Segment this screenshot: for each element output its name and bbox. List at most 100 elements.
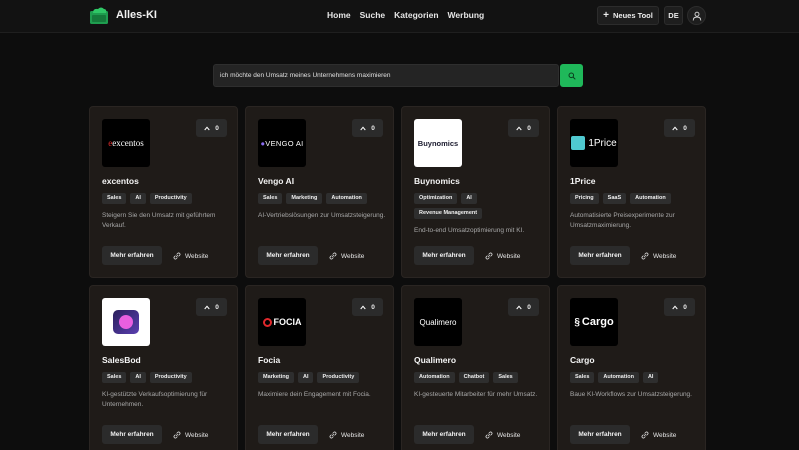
website-link[interactable]: Website [485,252,520,260]
chevron-up-icon [360,305,366,309]
tool-card-qualimero: Qualimero 0 Qualimero Automation Chatbot… [401,285,550,450]
vote-count: 0 [371,303,375,311]
website-link[interactable]: Website [329,431,364,439]
tag[interactable]: Chatbot [458,372,490,383]
tool-card-1price: 1Price 0 1Price Pricing SaaS Automation … [557,106,706,278]
tool-logo [102,298,150,346]
tag[interactable]: Sales [570,372,595,383]
tag[interactable]: AI [130,193,146,204]
1price-mark-icon [571,136,586,150]
upvote-button[interactable]: 0 [664,298,695,316]
chevron-up-icon [516,305,522,309]
cloud-box-icon[interactable] [89,6,109,25]
tag[interactable]: Automation [630,193,671,204]
tool-card-salesbod: 0 SalesBod Sales AI Productivity KI-gest… [89,285,238,450]
tag[interactable]: Sales [102,193,127,204]
tool-logo: Qualimero [414,298,462,346]
upvote-button[interactable]: 0 [352,119,383,137]
tag[interactable]: Sales [258,193,283,204]
user-button[interactable] [687,6,706,25]
tool-description: Automatisierte Preisexperimente zur Umsa… [570,212,675,229]
tag[interactable]: AI [642,372,659,383]
tool-description: Steigern Sie den Umsatz mit geführtem Ve… [102,212,216,229]
brand-name[interactable]: Alles-KI [116,9,157,21]
tag[interactable]: Productivity [149,372,192,383]
website-label: Website [497,252,521,260]
tag-list: Optimization AI Revenue Management [414,193,544,219]
tag[interactable]: AI [297,372,314,383]
website-link[interactable]: Website [173,252,208,260]
tag-list: Automation Chatbot Sales [414,372,544,383]
learn-more-button[interactable]: Mehr erfahren [414,425,474,444]
learn-more-button[interactable]: Mehr erfahren [570,425,630,444]
website-label: Website [341,252,365,260]
chevron-up-icon [672,126,678,130]
tag[interactable]: Pricing [570,193,599,204]
nav-werbung[interactable]: Werbung [448,10,485,20]
new-tool-button[interactable]: + Neues Tool [597,6,659,25]
user-icon [692,11,701,21]
tag[interactable]: Sales [102,372,127,383]
tool-logo: § Cargo [570,298,618,346]
learn-more-button[interactable]: Mehr erfahren [258,425,318,444]
1price-logo: 1Price [588,137,617,149]
learn-more-button[interactable]: Mehr erfahren [414,246,474,265]
learn-more-button[interactable]: Mehr erfahren [102,425,162,444]
tag[interactable]: Automation [598,372,639,383]
upvote-button[interactable]: 0 [196,119,227,137]
tag-list: Pricing SaaS Automation [570,193,700,204]
nav-suche[interactable]: Suche [360,10,386,20]
tool-logo: FOCIA [258,298,306,346]
link-icon [641,431,649,439]
website-label: Website [653,431,677,439]
website-label: Website [185,431,209,439]
tool-logo: 1Price [570,119,618,167]
tag[interactable]: Marketing [258,372,294,383]
tool-title: Buynomics [414,176,460,186]
tag[interactable]: Optimization [414,193,458,204]
focia-logo: FOCIA [273,317,302,327]
search-button[interactable] [560,64,583,87]
tool-description: Baue KI-Workflows zur Umsatzsteigerung. [570,391,692,398]
upvote-button[interactable]: 0 [664,119,695,137]
learn-more-button[interactable]: Mehr erfahren [102,246,162,265]
website-link[interactable]: Website [485,431,520,439]
website-link[interactable]: Website [641,431,676,439]
tool-description: Maximiere dein Engagement mit Focia. [258,391,371,398]
vote-count: 0 [527,124,531,132]
tag[interactable]: AI [130,372,146,383]
tag[interactable]: Productivity [149,193,192,204]
tag[interactable]: Productivity [317,372,360,383]
learn-more-button[interactable]: Mehr erfahren [258,246,318,265]
search-icon [568,72,576,80]
link-icon [329,252,337,260]
tool-card-vengo-ai: ●VENGO AI 0 Vengo AI Sales Marketing Aut… [245,106,394,278]
chevron-up-icon [672,305,678,309]
tool-logo: Buynomics [414,119,462,167]
tag[interactable]: Automation [414,372,455,383]
tag[interactable]: Automation [326,193,367,204]
nav-home[interactable]: Home [327,10,351,20]
upvote-button[interactable]: 0 [196,298,227,316]
website-link[interactable]: Website [641,252,676,260]
upvote-button[interactable]: 0 [352,298,383,316]
tool-card-excentos: eexcentos 0 excentos Sales AI Productivi… [89,106,238,278]
website-link[interactable]: Website [173,431,208,439]
learn-more-button[interactable]: Mehr erfahren [570,246,630,265]
tag-list: Sales Automation AI [570,372,700,383]
tag[interactable]: Sales [493,372,518,383]
tag[interactable]: Marketing [286,193,323,204]
tag[interactable]: SaaS [602,193,627,204]
tool-card-cargo: § Cargo 0 Cargo Sales Automation AI Baue… [557,285,706,450]
tag[interactable]: Revenue Management [414,208,483,219]
website-link[interactable]: Website [329,252,364,260]
tool-card-buynomics: Buynomics 0 Buynomics Optimization AI Re… [401,106,550,278]
nav-kategorien[interactable]: Kategorien [394,10,438,20]
focia-mark-icon [262,317,272,327]
language-button[interactable]: DE [664,6,683,25]
upvote-button[interactable]: 0 [508,119,539,137]
search-input[interactable]: ich möchte den Umsatz meines Unternehmen… [213,64,559,87]
buynomics-logo: Buynomics [417,138,459,148]
tag[interactable]: AI [461,193,477,204]
upvote-button[interactable]: 0 [508,298,539,316]
